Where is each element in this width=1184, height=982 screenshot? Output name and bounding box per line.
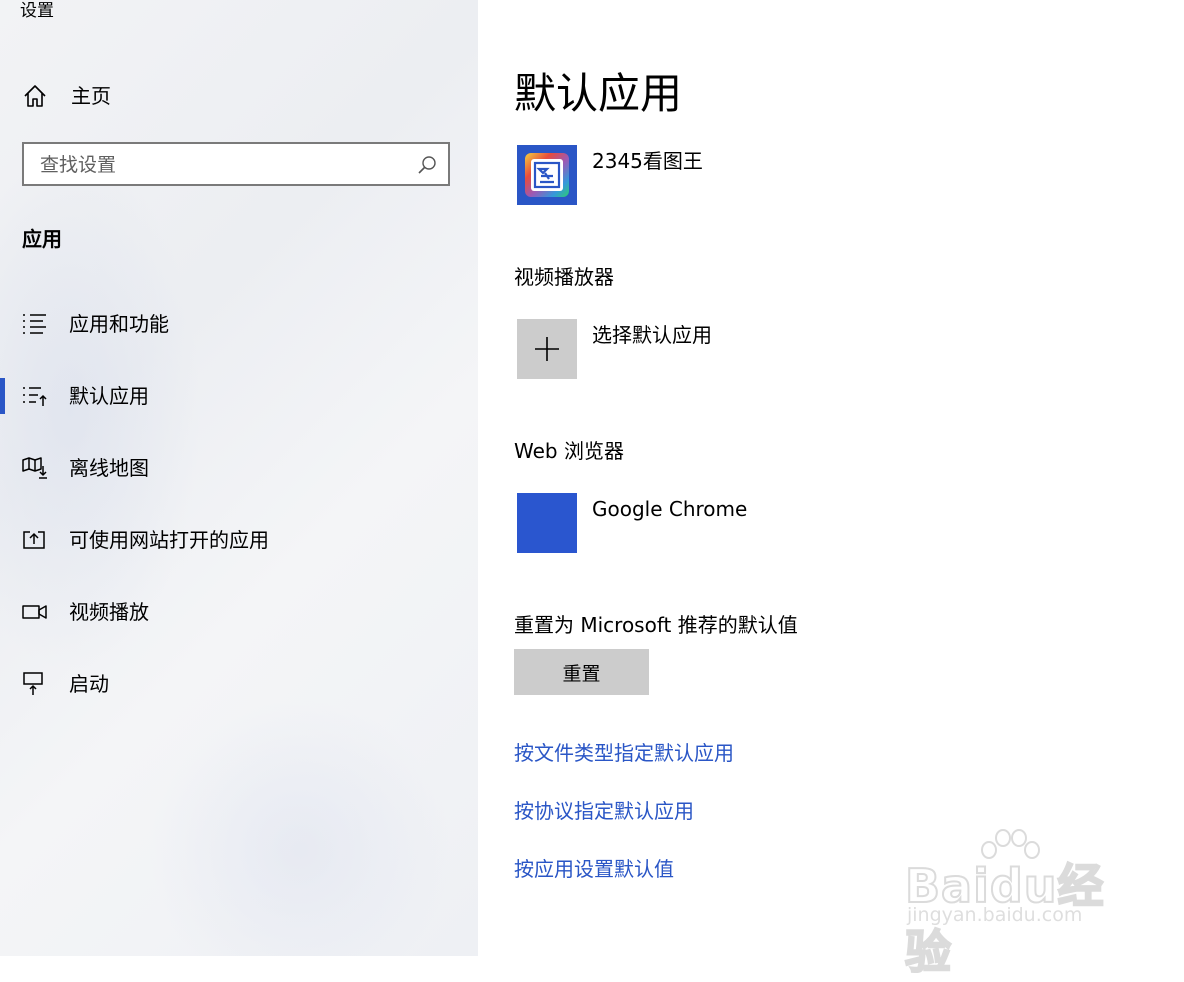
video-player-app-name[interactable]: 选择默认应用 — [592, 321, 712, 349]
plus-icon[interactable] — [517, 319, 577, 379]
main-content: 默认应用 2345看图王 视频播放器 选择默认应用 Web 浏览器 Google… — [478, 0, 1184, 956]
photo-viewer-app-name[interactable]: 2345看图王 — [592, 147, 703, 175]
sidebar-item-apps-features[interactable]: 应用和功能 — [0, 300, 478, 348]
sidebar: 设置 主页 应用 应用和功能 — [0, 0, 478, 956]
search-input[interactable] — [38, 144, 412, 186]
page-title: 默认应用 — [514, 69, 683, 118]
home-icon — [24, 85, 46, 107]
sidebar-item-label: 可使用网站打开的应用 — [69, 528, 269, 552]
sidebar-item-label: 应用和功能 — [69, 312, 169, 336]
watermark-site: jingyan.baidu.com — [907, 904, 1083, 926]
sidebar-item-label: 默认应用 — [69, 384, 149, 408]
browser-app-icon[interactable] — [517, 493, 577, 553]
reset-label: 重置为 Microsoft 推荐的默认值 — [514, 613, 798, 637]
link-by-app[interactable]: 按应用设置默认值 — [514, 855, 674, 883]
video-player-label: 视频播放器 — [514, 265, 614, 289]
default-apps-icon — [23, 387, 47, 406]
photo-viewer-app-icon[interactable] — [517, 145, 577, 205]
search-box[interactable] — [22, 142, 450, 186]
startup-icon — [23, 672, 43, 695]
sidebar-item-default-apps[interactable]: 默认应用 — [0, 372, 478, 420]
open-with-icon — [23, 531, 45, 549]
sidebar-item-label: 主页 — [71, 84, 111, 108]
watermark: Baidu经验 jingyan.baidu.com — [904, 828, 1125, 980]
selection-indicator — [0, 378, 5, 414]
web-browser-label: Web 浏览器 — [514, 439, 624, 463]
sidebar-item-video-playback[interactable]: 视频播放 — [0, 588, 478, 636]
sidebar-item-offline-maps[interactable]: 离线地图 — [0, 444, 478, 492]
sidebar-item-label: 启动 — [69, 672, 109, 696]
sidebar-item-label: 离线地图 — [69, 456, 149, 480]
web-browser-app-name[interactable]: Google Chrome — [592, 495, 747, 523]
window-title: 设置 — [20, 1, 54, 21]
link-by-file-type[interactable]: 按文件类型指定默认应用 — [514, 739, 734, 767]
sidebar-item-home[interactable]: 主页 — [0, 74, 478, 118]
sidebar-item-apps-for-websites[interactable]: 可使用网站打开的应用 — [0, 516, 478, 564]
list-icon — [23, 314, 46, 334]
sidebar-item-startup[interactable]: 启动 — [0, 660, 478, 708]
map-download-icon — [22, 457, 47, 479]
video-camera-icon — [22, 605, 47, 619]
section-title: 应用 — [22, 227, 62, 251]
link-by-protocol[interactable]: 按协议指定默认应用 — [514, 797, 694, 825]
sidebar-item-label: 视频播放 — [69, 600, 149, 624]
search-icon[interactable] — [416, 154, 438, 176]
reset-button[interactable]: 重置 — [514, 649, 649, 695]
